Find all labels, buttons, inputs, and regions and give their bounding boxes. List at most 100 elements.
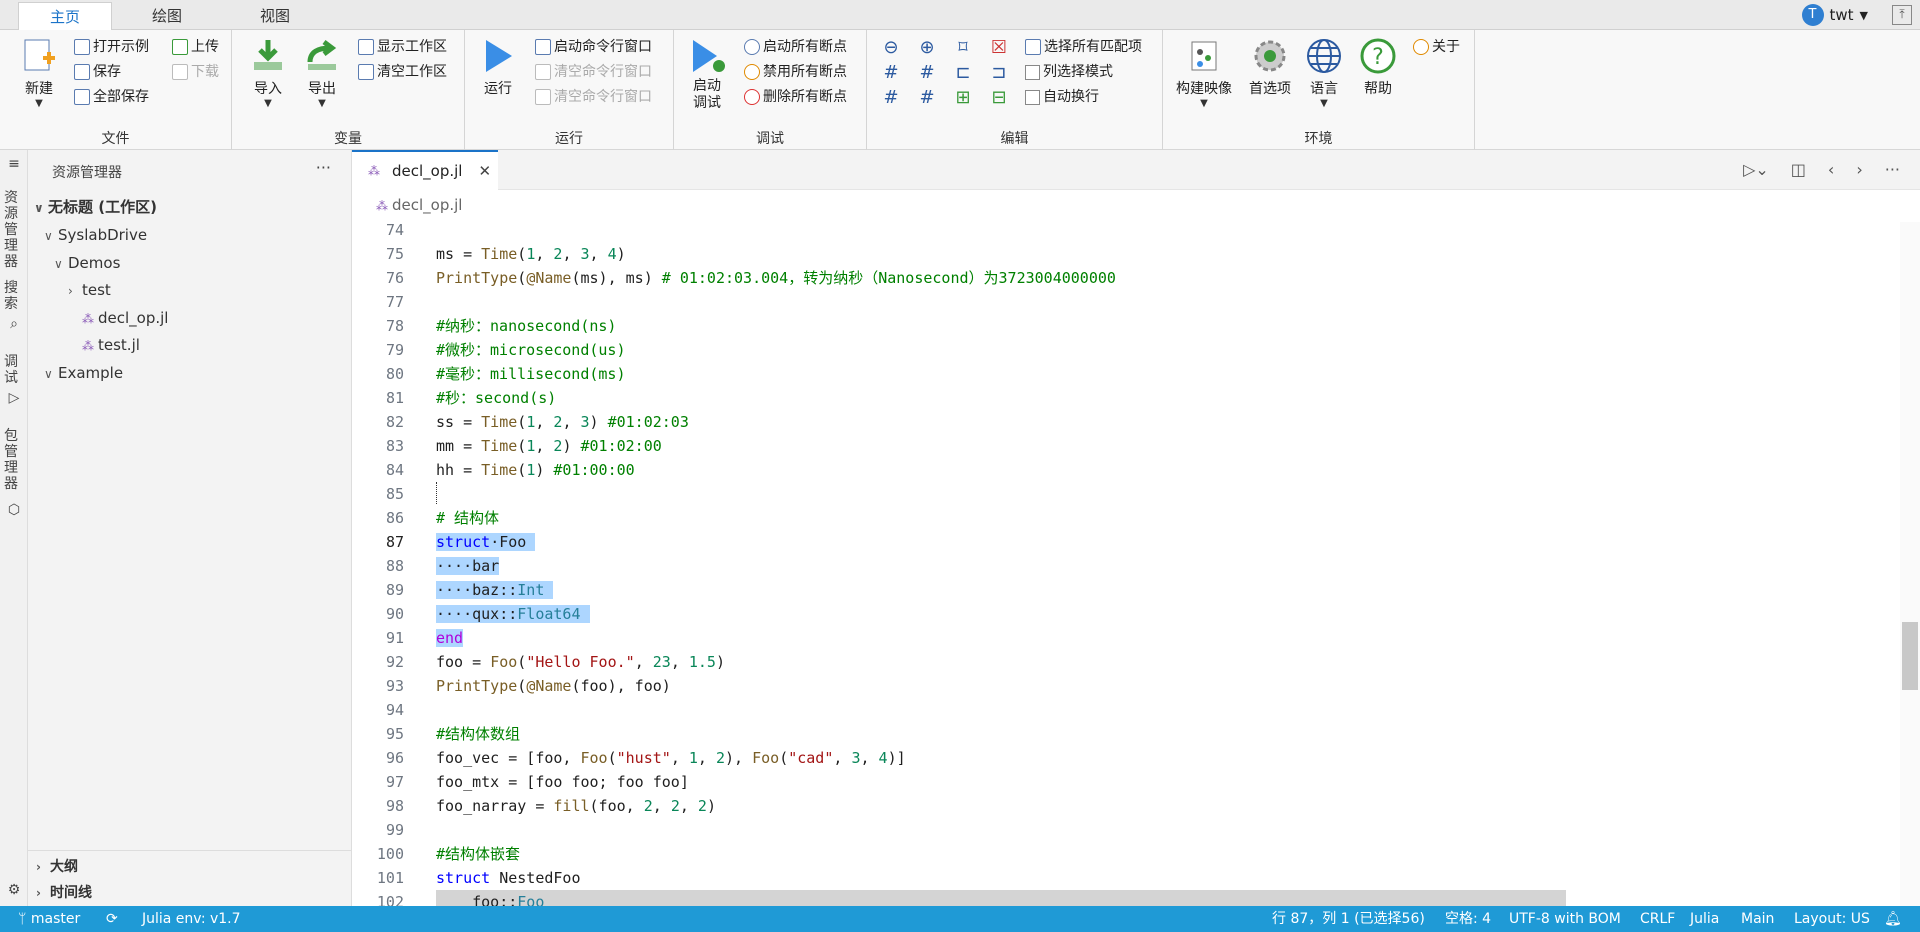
- disable-breakpoints-button[interactable]: 禁用所有断点: [744, 61, 847, 83]
- export-icon: [307, 40, 337, 70]
- tab-home[interactable]: 主页: [18, 2, 112, 30]
- select-all-matches-button[interactable]: 选择所有匹配项: [1025, 36, 1142, 58]
- activity-search[interactable]: 搜索: [4, 280, 18, 312]
- back-icon[interactable]: ⊖: [881, 38, 901, 58]
- tree-workspace[interactable]: ∨ 无标题 (工作区): [34, 194, 157, 220]
- about-button[interactable]: 关于: [1413, 36, 1460, 58]
- language-status[interactable]: Julia: [1690, 906, 1719, 932]
- breadcrumb: ⁂ decl_op.jl: [376, 196, 463, 214]
- indent-status[interactable]: 空格: 4: [1445, 906, 1491, 932]
- open-example-button[interactable]: 打开示例: [74, 36, 149, 58]
- timeline-section[interactable]: › 时间线: [36, 882, 92, 902]
- more-icon[interactable]: ···: [316, 158, 331, 177]
- tree-test-jl[interactable]: ⁂ test.jl: [68, 332, 140, 358]
- debug-icon: ▷: [8, 390, 20, 406]
- nav-back-icon[interactable]: ‹: [1828, 160, 1834, 179]
- column-mode-checkbox[interactable]: 列选择模式: [1025, 61, 1113, 83]
- build-image-icon: [1191, 41, 1217, 71]
- svg-text:?: ?: [1372, 45, 1384, 70]
- prev-bookmark-icon[interactable]: ⊏: [953, 63, 973, 83]
- autowrap-checkbox[interactable]: 自动换行: [1025, 86, 1099, 108]
- start-debug-button[interactable]: 启动 调试: [684, 36, 730, 112]
- build-image-button[interactable]: 构建映像 ▼: [1171, 36, 1237, 109]
- menu-icon[interactable]: ≡: [4, 156, 24, 172]
- run-button[interactable]: 运行: [473, 36, 523, 98]
- bell-icon[interactable]: 🔔︎: [1884, 906, 1902, 932]
- line-number: 98: [385, 797, 404, 815]
- tree-demos[interactable]: ∨ Demos: [54, 250, 120, 276]
- tree-test-folder[interactable]: › test: [68, 277, 111, 303]
- clear-cmd-button-2[interactable]: 清空命令行窗口: [535, 86, 652, 108]
- tab-view[interactable]: 视图: [228, 2, 322, 30]
- new-button[interactable]: 新建 ▼: [14, 36, 64, 109]
- group-title: 环境: [1304, 131, 1333, 147]
- play-icon: [486, 40, 512, 72]
- help-button[interactable]: ? 帮助: [1355, 36, 1401, 98]
- start-cmd-button[interactable]: 启动命令行窗口: [535, 36, 652, 58]
- cursor-position[interactable]: 行 87，列 1 (已选择56): [1272, 906, 1425, 932]
- editor-scrollbar[interactable]: [1900, 222, 1920, 906]
- forward-icon[interactable]: ⊕: [917, 38, 937, 58]
- outdent-icon[interactable]: ⊟: [989, 88, 1009, 108]
- more-actions-icon[interactable]: ···: [1885, 160, 1900, 179]
- close-icon[interactable]: ✕: [478, 162, 491, 180]
- nav-forward-icon[interactable]: ›: [1856, 160, 1862, 179]
- run-file-icon[interactable]: ▷⌄: [1743, 160, 1769, 179]
- user-menu[interactable]: T twt ▼: [1801, 4, 1868, 26]
- delete-breakpoints-button[interactable]: 删除所有断点: [744, 86, 847, 108]
- tab-plot[interactable]: 绘图: [120, 2, 214, 30]
- activity-debug[interactable]: 调试: [4, 354, 18, 386]
- checkbox[interactable]: [1025, 64, 1040, 80]
- julia-env-status[interactable]: Julia env: v1.7: [142, 906, 241, 932]
- uncomment-icon[interactable]: #: [917, 63, 937, 83]
- block-uncomment-icon[interactable]: #: [917, 88, 937, 108]
- upload-button[interactable]: 上传: [172, 36, 219, 58]
- chevron-right-icon: ›: [36, 886, 41, 900]
- bookmark-icon[interactable]: ⌑: [953, 38, 973, 58]
- export-button[interactable]: 导出 ▼: [298, 36, 346, 109]
- activity-packages[interactable]: 包管理器: [4, 428, 18, 492]
- sync-icon[interactable]: ⟳: [106, 906, 118, 932]
- branch-status[interactable]: ᛘ master: [18, 906, 80, 932]
- save-all-icon: [74, 89, 90, 105]
- settings-gear-icon[interactable]: ⚙: [4, 882, 24, 898]
- code-editor[interactable]: 74 75 76 77 78 79 80 81 82 83 84 85 86 87 88 89 90 91 92 93…: [352, 222, 1900, 906]
- code-line-80: #毫秒：millisecond(ms): [436, 365, 626, 383]
- save-all-button[interactable]: 全部保存: [74, 86, 149, 108]
- split-editor-icon[interactable]: ◫: [1791, 160, 1806, 179]
- line-number: 93: [385, 677, 404, 695]
- comment-icon[interactable]: #: [881, 63, 901, 83]
- next-bookmark-icon[interactable]: ⊐: [989, 63, 1009, 83]
- encoding-status[interactable]: UTF-8 with BOM: [1509, 906, 1621, 932]
- scrollbar-thumb[interactable]: [1902, 622, 1918, 690]
- block-comment-icon[interactable]: #: [881, 88, 901, 108]
- enable-breakpoints-button[interactable]: 启动所有断点: [744, 36, 847, 58]
- line-number: 100: [376, 845, 404, 863]
- language-button[interactable]: 语言 ▼: [1301, 36, 1347, 109]
- import-button[interactable]: 导入 ▼: [244, 36, 292, 109]
- eol-status[interactable]: CRLF: [1640, 906, 1675, 932]
- show-workspace-button[interactable]: 显示工作区: [358, 36, 447, 58]
- keyboard-layout-status[interactable]: Layout: US: [1794, 906, 1870, 932]
- tree-syslabdrive[interactable]: ∨ SyslabDrive: [44, 222, 147, 248]
- clear-workspace-button[interactable]: 清空工作区: [358, 61, 447, 83]
- code-line-82: ss = Time(1, 2, 3) #01:02:03: [436, 413, 689, 431]
- download-button[interactable]: 下载: [172, 61, 219, 83]
- indent-icon[interactable]: ⊞: [953, 88, 973, 108]
- chevron-down-icon: ▼: [1200, 98, 1208, 109]
- tree-decl-op[interactable]: ⁂ decl_op.jl: [68, 305, 168, 331]
- line-number: 82: [385, 413, 404, 431]
- module-status[interactable]: Main: [1741, 906, 1774, 932]
- popout-icon[interactable]: ⤒: [1892, 5, 1912, 25]
- checkbox[interactable]: [1025, 89, 1040, 105]
- cursor-indent-guide: [436, 482, 438, 504]
- outline-section[interactable]: › 大纲: [36, 856, 78, 876]
- preferences-button[interactable]: 首选项: [1243, 36, 1297, 98]
- clear-bookmark-icon[interactable]: ☒: [989, 38, 1009, 58]
- activity-explorer[interactable]: 资源管理器: [4, 190, 18, 270]
- save-button[interactable]: 保存: [74, 61, 121, 83]
- tab-decl-op[interactable]: ⁂ decl_op.jl ✕: [352, 150, 498, 190]
- clear-cmd-button[interactable]: 清空命令行窗口: [535, 61, 652, 83]
- chevron-down-icon: ∨: [44, 229, 53, 243]
- tree-example[interactable]: ∨ Example: [44, 360, 123, 386]
